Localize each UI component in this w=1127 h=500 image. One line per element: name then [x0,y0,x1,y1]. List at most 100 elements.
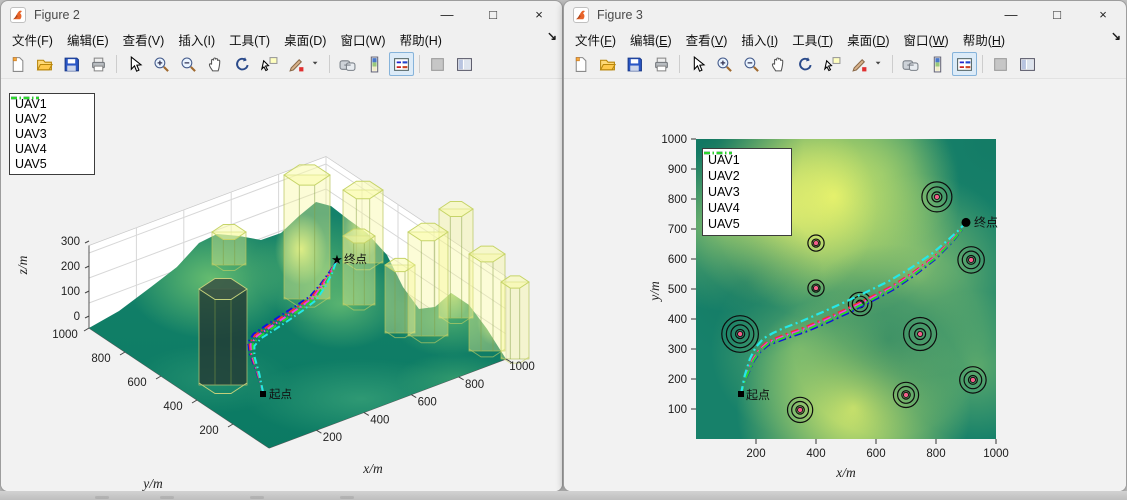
svg-text:900: 900 [668,164,687,176]
link-plot-icon[interactable] [335,52,360,76]
menu-item-h[interactable]: 帮助(H) [956,28,1012,51]
brush-icon[interactable] [847,52,872,76]
menu-item-f[interactable]: 文件(F) [568,28,623,51]
legend-item-uav5: UAV5 [11,96,87,171]
brush-icon[interactable] [284,52,309,76]
legend-item-uav5: UAV5 [704,151,784,231]
zoom-out-icon[interactable] [176,52,201,76]
colorbar-icon[interactable] [362,52,387,76]
svg-text:800: 800 [465,379,484,391]
menu-item-w[interactable]: 窗口(W) [897,28,956,51]
menu-item-e[interactable]: 编辑(E) [623,28,679,51]
figure3-legend[interactable]: UAV1 UAV2 UAV3 UAV4 UAV5 [702,148,792,236]
end-label: 终点 [344,252,367,266]
figure2-legend[interactable]: UAV1 UAV2 UAV3 UAV4 UAV5 [9,93,95,175]
menu-item-t[interactable]: 工具(T) [785,28,840,51]
matlab-icon [10,6,26,23]
legend-icon[interactable] [952,52,977,76]
menu-item-i[interactable]: 插入(I) [734,28,785,51]
legend-icon[interactable] [389,52,414,76]
save-icon[interactable] [622,52,647,76]
menu-item-w[interactable]: 窗口(W) [333,28,392,51]
svg-text:1000: 1000 [983,448,1009,460]
menu-overflow-icon[interactable]: ↘ [547,29,557,43]
save-icon[interactable] [59,52,84,76]
legend-item-uav3: UAV3 [11,96,87,141]
open-file-icon[interactable] [32,52,57,76]
figure3-titlebar[interactable]: Figure 3 — □ × [564,1,1126,28]
figure3-plot[interactable]: 起点 终点 200 400 600 800 1000 100 200 300 400 500 600 70… [564,79,1127,492]
zoom-in-icon[interactable] [149,52,174,76]
matlab-icon [573,6,589,23]
rotate-3d-icon[interactable] [230,52,255,76]
open-file-icon[interactable] [595,52,620,76]
pan-icon[interactable] [203,52,228,76]
show-plot-tools-icon[interactable] [1015,52,1040,76]
close-button[interactable]: × [516,1,562,28]
obstacle-prism [198,288,248,386]
toolbar-separator [892,55,893,73]
maximize-button[interactable]: □ [1034,1,1080,28]
svg-text:200: 200 [668,374,687,386]
start-label: 起点 [269,388,292,401]
brush-dropdown-icon[interactable] [874,52,887,76]
new-file-icon[interactable] [568,52,593,76]
menu-item-e[interactable]: 编辑(E) [60,28,116,51]
end-marker [961,217,971,227]
figure3-menubar: 文件(F) 编辑(E) 查看(V) 插入(I) 工具(T) 桌面(D) 窗口(W) 帮助(H)… [564,28,1126,50]
obstacle-prism [407,231,449,337]
y-axis-label: y/m [141,476,163,491]
threat-rings [959,366,987,394]
close-button[interactable]: × [1080,1,1126,28]
end-label: 终点 [974,214,998,229]
print-icon[interactable] [86,52,111,76]
brush-dropdown-icon[interactable] [311,52,324,76]
legend-label: UAV5 [708,217,740,231]
svg-text:600: 600 [127,377,146,389]
z-axis-label: z/m [15,255,30,275]
show-plot-tools-icon[interactable] [452,52,477,76]
svg-text:1000: 1000 [661,134,687,146]
zoom-in-icon[interactable] [712,52,737,76]
obstacle-prism [500,281,530,360]
menu-item-d[interactable]: 桌面(D) [277,28,333,51]
pointer-icon[interactable] [122,52,147,76]
legend-item-uav2: UAV2 [11,96,87,126]
data-cursor-icon[interactable] [820,52,845,76]
menu-item-v[interactable]: 查看(V) [679,28,735,51]
pan-icon[interactable] [766,52,791,76]
menu-item-h[interactable]: 帮助(H) [393,28,449,51]
colorbar-icon[interactable] [925,52,950,76]
menu-item-f[interactable]: 文件(F) [5,28,60,51]
new-file-icon[interactable] [5,52,30,76]
menu-item-i[interactable]: 插入(I) [171,28,222,51]
svg-text:0: 0 [74,311,80,323]
menu-item-d[interactable]: 桌面(D) [840,28,896,51]
zoom-out-icon[interactable] [739,52,764,76]
menu-item-v[interactable]: 查看(V) [116,28,172,51]
threat-rings [957,246,985,274]
pointer-icon[interactable] [685,52,710,76]
svg-text:400: 400 [163,401,182,413]
hide-plot-tools-icon[interactable] [425,52,450,76]
minimize-button[interactable]: — [424,1,470,28]
menu-item-t[interactable]: 工具(T) [222,28,277,51]
svg-text:200: 200 [323,432,342,444]
minimize-button[interactable]: — [988,1,1034,28]
data-cursor-icon[interactable] [257,52,282,76]
figure2-titlebar[interactable]: Figure 2 — □ × [1,1,562,28]
menu-items: 文件(F) 编辑(E) 查看(V) 插入(I) 工具(T) 桌面(D) 窗口(W) 帮助(H) [5,28,449,51]
obstacle-prism [342,235,376,306]
maximize-button[interactable]: □ [470,1,516,28]
print-icon[interactable] [649,52,674,76]
legend-label: UAV3 [708,185,740,199]
link-plot-icon[interactable] [898,52,923,76]
hide-plot-tools-icon[interactable] [988,52,1013,76]
rotate-3d-icon[interactable] [793,52,818,76]
svg-text:400: 400 [668,314,687,326]
taskbar-smudge [160,496,174,499]
menu-overflow-icon[interactable]: ↘ [1111,29,1121,43]
taskbar-smudge [250,496,264,499]
start-marker [260,391,266,397]
svg-text:100: 100 [61,286,80,298]
